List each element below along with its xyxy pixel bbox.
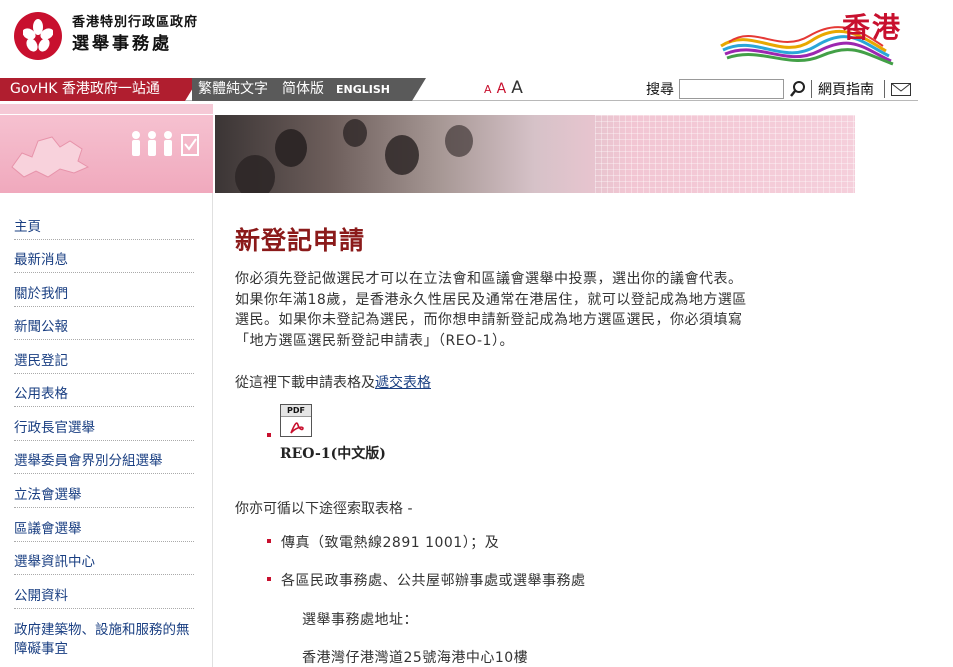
- brand-text: 香港: [841, 11, 902, 44]
- sidebar-item-forms[interactable]: 公用表格: [14, 386, 194, 407]
- sidebar-banner: [0, 115, 213, 193]
- sidebar-item-accessibility[interactable]: 政府建築物、設施和服務的無障礙事宜: [14, 621, 194, 662]
- divider: [811, 80, 812, 98]
- language-bar: 繁體純文字 简体版 ENGLISH: [192, 78, 426, 101]
- crowd-photo: [275, 129, 307, 167]
- mail-icon[interactable]: [891, 83, 911, 96]
- search-label: 搜尋: [646, 82, 674, 98]
- lang-traditional-text-link[interactable]: 繁體純文字: [198, 78, 268, 101]
- intro-line: 你必須先登記做選民才可以在立法會和區議會選舉中投票，選出你的議會代表。: [235, 271, 743, 287]
- sidebar-item-press[interactable]: 新聞公報: [14, 319, 194, 340]
- banner-grid-pattern: [595, 115, 855, 193]
- site-guide-link[interactable]: 網頁指南: [818, 80, 874, 100]
- list-item-fax: 傳真（致電熱線2891 1001）；及: [281, 535, 500, 551]
- department-name: 香港特別行政區政府 選舉事務處: [72, 14, 198, 56]
- submit-form-link[interactable]: 遞交表格: [375, 375, 431, 391]
- sidebar-item-home[interactable]: 主頁: [14, 219, 194, 240]
- download-prefix: 從這裡下載申請表格及: [235, 375, 375, 391]
- sidebar-item-voter-registration[interactable]: 選民登記: [14, 353, 194, 374]
- crowd-photo: [385, 135, 419, 175]
- search-icon[interactable]: [788, 79, 808, 99]
- sidebar-item-about[interactable]: 關於我們: [14, 286, 194, 307]
- pink-strip: [0, 104, 213, 114]
- site-header: 香港特別行政區政府 選舉事務處 香港: [0, 0, 918, 76]
- intro-paragraph: 你必須先登記做選民才可以在立法會和區議會選舉中投票，選出你的議會代表。 如果你年…: [235, 269, 835, 351]
- font-size-controls: A A A: [484, 78, 523, 100]
- bullet-icon: [267, 433, 271, 437]
- page-title: 新登記申請: [235, 226, 366, 255]
- divider: [884, 80, 885, 98]
- dept-line2: 選舉事務處: [72, 34, 172, 54]
- font-small-button[interactable]: A: [484, 83, 492, 96]
- bullet-icon: [267, 539, 271, 543]
- alternative-methods-text: 你亦可循以下途徑索取表格 -: [235, 501, 413, 517]
- sidebar-item-info-centre[interactable]: 選舉資訊中心: [14, 554, 194, 575]
- office-address-heading: 選舉事務處地址：: [302, 612, 418, 628]
- top-navbar: GovHK 香港政府一站通 繁體純文字 简体版 ENGLISH A A A 搜尋…: [0, 78, 918, 101]
- font-large-button[interactable]: A: [511, 78, 523, 98]
- reo1-chinese-link[interactable]: REO-1(中文版): [280, 443, 386, 463]
- font-medium-button[interactable]: A: [497, 81, 507, 97]
- crowd-photo: [343, 119, 367, 147]
- pdf-badge: PDF: [281, 405, 311, 417]
- download-line: 從這裡下載申請表格及遞交表格: [235, 372, 431, 392]
- acrobat-icon: [290, 422, 304, 434]
- sidebar: 主頁 最新消息 關於我們 新聞公報 選民登記 公用表格 行政長官選舉 選舉委員會…: [0, 193, 213, 667]
- crowd-photo: [235, 155, 275, 193]
- pdf-icon[interactable]: PDF: [280, 404, 312, 437]
- sidebar-item-legco-election[interactable]: 立法會選舉: [14, 487, 194, 508]
- sidebar-item-ce-election[interactable]: 行政長官選舉: [14, 420, 194, 441]
- govhk-link[interactable]: GovHK 香港政府一站通: [0, 78, 199, 101]
- list-item-offices: 各區民政事務處、公共屋邨辦事處或選舉事務處: [281, 573, 586, 589]
- bauhinia-icon: [23, 19, 53, 52]
- intro-line: 選民。如果你未登記為選民，而你想申請新登記成為地方選區選民，你必須填寫: [235, 312, 743, 328]
- lang-english-link[interactable]: ENGLISH: [336, 78, 390, 101]
- voters-icon: [132, 131, 199, 156]
- sidebar-item-news[interactable]: 最新消息: [14, 252, 194, 273]
- brand-hong-kong-logo: 香港: [711, 6, 906, 70]
- sidebar-item-dc-election[interactable]: 區議會選舉: [14, 521, 194, 542]
- bullet-icon: [267, 577, 271, 581]
- crowd-photo: [445, 125, 473, 157]
- hksar-emblem-logo[interactable]: [14, 12, 62, 60]
- photo-banner: [215, 115, 855, 193]
- search-input[interactable]: [679, 79, 784, 99]
- dept-line1: 香港特別行政區政府: [72, 15, 199, 30]
- lang-simplified-link[interactable]: 简体版: [282, 78, 324, 101]
- intro-line: 如果你年滿18歲，是香港永久性居民及通常在港居住，就可以登記成為地方選區: [235, 291, 747, 308]
- sidebar-item-public-info[interactable]: 公開資料: [14, 588, 194, 609]
- intro-line: 「地方選區選民新登記申請表」（REO-1）。: [235, 332, 514, 349]
- office-address: 香港灣仔港灣道25號海港中心10樓: [302, 650, 529, 666]
- hong-kong-map-icon: [11, 136, 90, 178]
- sidebar-item-ec-subsector[interactable]: 選舉委員會界別分組選舉: [14, 453, 194, 474]
